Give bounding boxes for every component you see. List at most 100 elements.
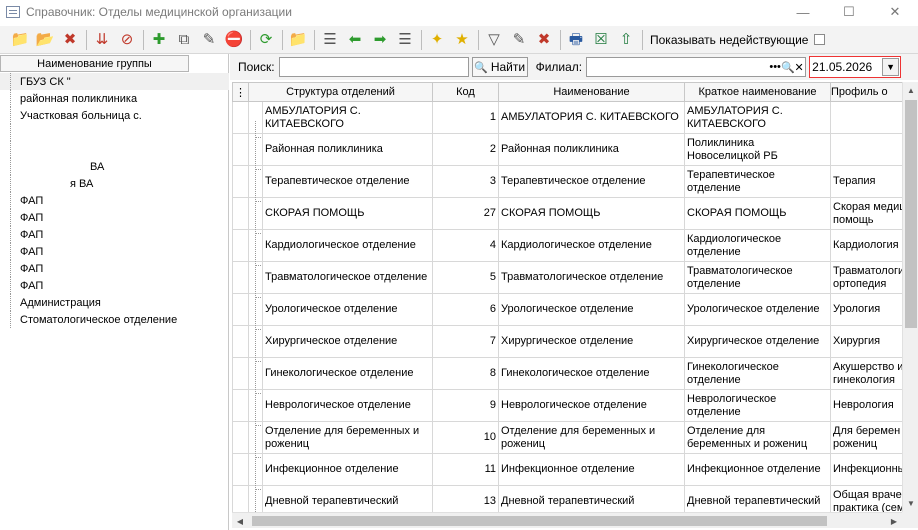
close-button[interactable]: ✕: [872, 0, 918, 24]
table-row[interactable]: Инфекционное отделение 11 Инфекционное отд…: [232, 453, 902, 505]
cell-name[interactable]: Отделение для беременных и рожениц: [498, 421, 685, 454]
cell-code[interactable]: 4: [432, 229, 499, 262]
find-button[interactable]: 🔍 Найти: [471, 57, 528, 77]
table-row[interactable]: СКОРАЯ ПОМОЩЬ 27 СКОРАЯ ПОМОЩЬ СКОРАЯ ПОМОЩ…: [232, 197, 902, 249]
cell-code[interactable]: 2: [432, 133, 499, 166]
cell-short-name[interactable]: СКОРАЯ ПОМОЩЬ: [684, 197, 831, 230]
tree-item[interactable]: ФАП: [0, 277, 229, 294]
cell-code[interactable]: 11: [432, 453, 499, 486]
add-folder-icon[interactable]: 📁: [8, 28, 32, 52]
cell-code[interactable]: 10: [432, 421, 499, 454]
list-icon[interactable]: ☰: [318, 28, 342, 52]
filter-remove-icon[interactable]: ⊘: [115, 28, 139, 52]
cell-profile[interactable]: [830, 133, 902, 166]
cell-name[interactable]: Гинекологическое отделение: [498, 357, 685, 390]
tree-item[interactable]: [0, 124, 229, 141]
cell-short-name[interactable]: Гинекологическое отделение: [684, 357, 831, 390]
cell-code[interactable]: 9: [432, 389, 499, 422]
cell-structure[interactable]: Терапевтическое отделение: [262, 165, 433, 198]
tree-item[interactable]: ГБУЗ СК ": [0, 73, 229, 90]
row-tree-connector[interactable]: [248, 312, 263, 345]
row-tree-connector[interactable]: [248, 120, 263, 153]
row-tree-connector[interactable]: [248, 216, 263, 249]
cell-name[interactable]: Хирургическое отделение: [498, 325, 685, 358]
row-tree-connector[interactable]: [248, 152, 263, 185]
row-tree-connector[interactable]: [248, 184, 263, 217]
table-row[interactable]: Неврологическое отделение 9 Неврологическо…: [232, 389, 902, 441]
row-indicator[interactable]: [232, 229, 249, 262]
star-add-icon[interactable]: ✦: [425, 28, 449, 52]
maximize-button[interactable]: ☐: [826, 0, 872, 24]
cell-short-name[interactable]: Дневной терапевтический: [684, 485, 831, 512]
row-indicator[interactable]: [232, 165, 249, 198]
cell-profile[interactable]: Хирургия: [830, 325, 902, 358]
row-indicator[interactable]: [232, 325, 249, 358]
row-indicator[interactable]: [232, 293, 249, 326]
cell-structure[interactable]: Гинекологическое отделение: [262, 357, 433, 390]
horizontal-scrollbar[interactable]: ◀ ▶: [232, 512, 902, 528]
table-row[interactable]: Хирургическое отделение 7 Хирургическое от…: [232, 325, 902, 377]
cell-code[interactable]: 1: [432, 101, 499, 134]
row-tree-connector[interactable]: [248, 280, 263, 313]
column-header-short-name[interactable]: Краткое наименование: [684, 82, 831, 102]
row-tree-connector[interactable]: [248, 376, 263, 409]
row-indicator[interactable]: [232, 421, 249, 454]
cell-structure[interactable]: СКОРАЯ ПОМОЩЬ: [262, 197, 433, 230]
vertical-scrollbar[interactable]: ▲ ▼: [902, 82, 918, 512]
cell-structure[interactable]: Инфекционное отделение: [262, 453, 433, 486]
cell-structure[interactable]: Районная поликлиника: [262, 133, 433, 166]
row-tree-connector[interactable]: [248, 440, 263, 473]
cell-short-name[interactable]: Поликлиника Новоселицкой РБ: [684, 133, 831, 166]
tree-item[interactable]: ФАП: [0, 226, 229, 243]
column-header-profile[interactable]: Профиль о: [830, 82, 902, 102]
cell-code[interactable]: 6: [432, 293, 499, 326]
row-tree-connector[interactable]: [248, 472, 263, 505]
cell-short-name[interactable]: Травматологическое отделение: [684, 261, 831, 294]
cell-code[interactable]: 8: [432, 357, 499, 390]
list2-icon[interactable]: ☰: [393, 28, 417, 52]
cell-name[interactable]: Инфекционное отделение: [498, 453, 685, 486]
cell-profile[interactable]: Скорая медиц помощь: [830, 197, 902, 230]
tree-item[interactable]: я ВА: [0, 175, 229, 192]
vertical-scroll-thumb[interactable]: [905, 100, 917, 328]
delete-icon[interactable]: ⛔: [222, 28, 246, 52]
browse-icon[interactable]: •••: [769, 61, 781, 73]
arrow-right-icon[interactable]: ➡: [368, 28, 392, 52]
cell-short-name[interactable]: Урологическое отделение: [684, 293, 831, 326]
tree-item[interactable]: [0, 141, 229, 158]
tree-item[interactable]: районная поликлиника: [0, 90, 229, 107]
print-icon[interactable]: 🖶: [564, 28, 588, 52]
cell-profile[interactable]: Неврология: [830, 389, 902, 422]
scroll-left-icon[interactable]: ◀: [232, 513, 248, 529]
tree-item[interactable]: Участковая больница с.: [0, 107, 229, 124]
tree-item[interactable]: ФАП: [0, 209, 229, 226]
tree-item[interactable]: ФАП: [0, 192, 229, 209]
scroll-up-icon[interactable]: ▲: [903, 82, 918, 99]
row-indicator[interactable]: [232, 101, 249, 134]
cell-structure[interactable]: Дневной терапевтический: [262, 485, 433, 512]
cell-profile[interactable]: Инфекционны: [830, 453, 902, 486]
cell-profile[interactable]: Общая враче практика (сем: [830, 485, 902, 512]
search-input[interactable]: [278, 57, 469, 77]
table-row[interactable]: Районная поликлиника 2 Районная поликлиник…: [232, 133, 902, 185]
edit-icon[interactable]: ✎: [197, 28, 221, 52]
cell-short-name[interactable]: Неврологическое отделение: [684, 389, 831, 422]
column-header-code[interactable]: Код: [432, 82, 499, 102]
cell-short-name[interactable]: Терапевтическое отделение: [684, 165, 831, 198]
cell-name[interactable]: Районная поликлиника: [498, 133, 685, 166]
show-inactive-checkbox[interactable]: [814, 34, 826, 45]
scroll-right-icon[interactable]: ▶: [886, 513, 902, 529]
cell-code[interactable]: 7: [432, 325, 499, 358]
row-tree-connector[interactable]: [248, 504, 263, 512]
cell-profile[interactable]: Урология: [830, 293, 902, 326]
table-row[interactable]: Кардиологическое отделение 4 Кардиологичес…: [232, 229, 902, 281]
cell-code[interactable]: 27: [432, 197, 499, 230]
cell-profile[interactable]: Для беремен рожениц: [830, 421, 902, 454]
cell-profile[interactable]: [830, 101, 902, 134]
table-row[interactable]: Травматологическое отделение 5 Травматолог…: [232, 261, 902, 313]
cell-name[interactable]: Терапевтическое отделение: [498, 165, 685, 198]
cell-short-name[interactable]: Хирургическое отделение: [684, 325, 831, 358]
row-indicator[interactable]: [232, 389, 249, 422]
delete-folder-icon[interactable]: ✖: [58, 28, 82, 52]
row-indicator[interactable]: [232, 357, 249, 390]
